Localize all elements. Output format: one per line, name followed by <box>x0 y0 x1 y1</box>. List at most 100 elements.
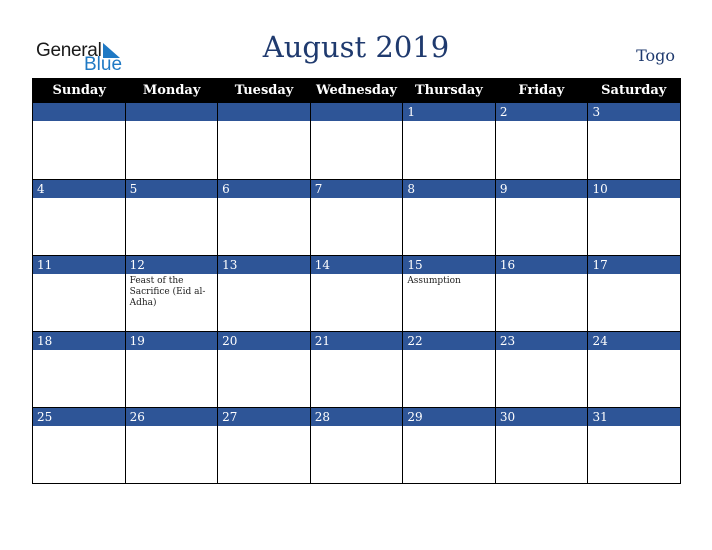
day-number <box>125 103 218 121</box>
holiday-event <box>33 350 125 352</box>
day-number: 5 <box>125 180 218 198</box>
day-cell[interactable]: 29 <box>402 407 495 483</box>
weekday-tuesday: Tuesday <box>234 83 294 98</box>
day-cell[interactable]: 7 <box>309 179 403 255</box>
day-cell[interactable] <box>124 103 218 179</box>
day-number: 20 <box>218 332 310 350</box>
day-cell[interactable]: 31 <box>587 407 681 483</box>
holiday-event <box>218 350 310 352</box>
day-cell[interactable]: 1 <box>402 103 495 179</box>
holiday-event <box>588 350 680 352</box>
holiday-event <box>126 350 218 352</box>
holiday-event <box>33 121 125 123</box>
day-number: 2 <box>495 103 588 121</box>
day-number: 19 <box>125 332 218 350</box>
day-cell[interactable] <box>217 103 310 179</box>
day-number: 17 <box>588 256 681 274</box>
day-cell[interactable]: 30 <box>494 407 588 483</box>
day-number: 18 <box>33 332 125 350</box>
holiday-event <box>311 274 403 276</box>
day-cell[interactable]: 3 <box>587 103 681 179</box>
day-number <box>218 103 310 121</box>
day-cell[interactable]: 8 <box>402 179 495 255</box>
day-cell[interactable]: 15 Assumption <box>402 255 495 331</box>
holiday-event <box>588 274 680 276</box>
day-cell[interactable]: 20 <box>217 331 310 407</box>
day-number: 28 <box>310 408 403 426</box>
day-cell[interactable]: 4 <box>33 179 125 255</box>
day-number: 10 <box>588 180 681 198</box>
day-cell[interactable]: 24 <box>587 331 681 407</box>
calendar-grid: Sunday Monday Tuesday Wednesday Thursday Frid… <box>32 78 681 484</box>
week-row: 123 <box>33 103 681 179</box>
holiday-event <box>126 198 218 200</box>
day-cell[interactable]: 28 <box>309 407 403 483</box>
week-row: 4 5 6 7 8 9 10 <box>33 179 681 255</box>
day-cell[interactable]: 10 <box>587 179 681 255</box>
holiday-event <box>218 274 310 276</box>
holiday-event <box>218 426 310 428</box>
day-cell[interactable]: 19 <box>124 331 218 407</box>
day-cell[interactable] <box>309 103 403 179</box>
weekday-friday: Friday <box>518 83 565 98</box>
day-cell[interactable]: 27 <box>217 407 310 483</box>
holiday-event <box>496 198 588 200</box>
week-row: 18 19 20 21 22 23 24 <box>33 331 681 407</box>
holiday-event <box>311 350 403 352</box>
day-cell[interactable]: 9 <box>494 179 588 255</box>
day-cell[interactable]: 22 <box>402 331 495 407</box>
day-cell[interactable]: 21 <box>309 331 403 407</box>
day-number: 12 <box>125 256 218 274</box>
day-number: 3 <box>588 103 681 121</box>
day-number: 29 <box>403 408 495 426</box>
holiday-event <box>33 426 125 428</box>
day-cell[interactable]: 26 <box>124 407 218 483</box>
day-number: 13 <box>218 256 310 274</box>
holiday-event <box>218 121 310 123</box>
holiday-event <box>311 426 403 428</box>
day-cell[interactable]: 5 <box>124 179 218 255</box>
day-number: 1 <box>403 103 495 121</box>
weekday-thursday: Thursday <box>414 83 483 98</box>
holiday-event <box>496 274 588 276</box>
day-number <box>33 103 125 121</box>
holiday-event <box>311 198 403 200</box>
day-number: 22 <box>403 332 495 350</box>
country-label: Togo <box>636 46 675 65</box>
day-number: 4 <box>33 180 125 198</box>
holiday-event <box>496 426 588 428</box>
holiday-event: Feast of the Sacrifice (Eid al-Adha) <box>129 276 206 308</box>
holiday-event <box>218 198 310 200</box>
day-cell[interactable]: 2 <box>494 103 588 179</box>
week-row: 11 12 Feast of the Sacrifice (Eid al-Adha)… <box>33 255 681 331</box>
holiday-event <box>33 274 125 276</box>
holiday-event <box>403 350 495 352</box>
holiday-event <box>588 426 680 428</box>
holiday-event <box>126 121 218 123</box>
holiday-event <box>403 426 495 428</box>
holiday-event <box>588 198 680 200</box>
day-cell[interactable]: 13 <box>217 255 310 331</box>
page-title: August 2019 <box>262 30 450 64</box>
day-number: 21 <box>310 332 403 350</box>
holiday-event <box>496 121 588 123</box>
day-number: 7 <box>310 180 403 198</box>
day-number: 30 <box>495 408 588 426</box>
holiday-event: Assumption <box>407 276 461 286</box>
day-number: 14 <box>310 256 403 274</box>
day-cell[interactable]: 11 <box>33 255 125 331</box>
day-number: 8 <box>403 180 495 198</box>
day-cell[interactable]: 23 <box>494 331 588 407</box>
day-number: 16 <box>495 256 588 274</box>
day-cell[interactable]: 12 Feast of the Sacrifice (Eid al-Adha) <box>124 255 218 331</box>
day-cell[interactable]: 16 <box>494 255 588 331</box>
day-cell[interactable]: 25 <box>33 407 125 483</box>
day-number: 25 <box>33 408 125 426</box>
day-cell[interactable] <box>33 103 125 179</box>
weekday-wednesday: Wednesday <box>315 83 397 98</box>
day-cell[interactable]: 14 <box>309 255 403 331</box>
day-number: 9 <box>495 180 588 198</box>
day-cell[interactable]: 18 <box>33 331 125 407</box>
day-cell[interactable]: 17 <box>587 255 681 331</box>
day-cell[interactable]: 6 <box>217 179 310 255</box>
